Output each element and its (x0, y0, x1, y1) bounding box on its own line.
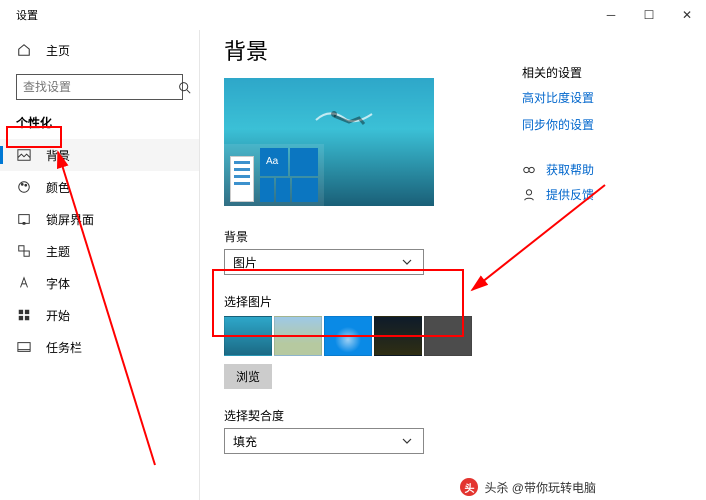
sidebar-item-label: 背景 (46, 147, 70, 164)
feedback-link[interactable]: 提供反馈 (522, 186, 682, 203)
watermark-text: 头杀 @带你玩转电脑 (484, 479, 596, 496)
high-contrast-link[interactable]: 高对比度设置 (522, 89, 682, 106)
section-label: 个性化 (0, 114, 199, 131)
chevron-down-icon (399, 433, 415, 449)
sidebar-item-themes[interactable]: 主题 (0, 235, 199, 267)
thumbnail-3[interactable] (324, 316, 372, 356)
get-help-link[interactable]: 获取帮助 (522, 161, 682, 178)
sidebar-item-label: 开始 (46, 307, 70, 324)
browse-button[interactable]: 浏览 (224, 364, 272, 389)
main-content: 背景 背景 图片 选择图片 (200, 30, 706, 500)
page-title: 背景 (224, 34, 522, 66)
sidebar-item-label: 任务栏 (46, 339, 82, 356)
sidebar-item-label: 字体 (46, 275, 70, 292)
window-controls: ─ ☐ ✕ (592, 0, 706, 30)
sync-settings-link[interactable]: 同步你的设置 (522, 116, 682, 133)
watermark-logo: 头 (460, 478, 478, 496)
picture-icon (16, 147, 32, 163)
selection-indicator (0, 146, 3, 164)
fit-label: 选择契合度 (224, 407, 522, 424)
sidebar-item-taskbar[interactable]: 任务栏 (0, 331, 199, 363)
lock-icon (16, 211, 32, 227)
minimize-button[interactable]: ─ (592, 0, 630, 30)
thumbnail-4[interactable] (374, 316, 422, 356)
maximize-button[interactable]: ☐ (630, 0, 668, 30)
sidebar-item-background[interactable]: 背景 (0, 139, 199, 171)
sidebar-item-colors[interactable]: 颜色 (0, 171, 199, 203)
swimmer-icon (314, 104, 374, 134)
search-box[interactable] (16, 74, 183, 100)
sidebar-item-label: 锁屏界面 (46, 211, 94, 228)
fit-select[interactable]: 填充 (224, 428, 424, 454)
theme-icon (16, 243, 32, 259)
related-heading: 相关的设置 (522, 64, 682, 81)
feedback-label: 提供反馈 (546, 186, 594, 203)
thumbnail-1[interactable] (224, 316, 272, 356)
home-icon (16, 42, 32, 58)
search-icon (178, 79, 191, 95)
home-link[interactable]: 主页 (0, 34, 199, 66)
thumbnail-2[interactable] (274, 316, 322, 356)
watermark: 头 头杀 @带你玩转电脑 (460, 478, 596, 496)
sidebar-item-label: 主题 (46, 243, 70, 260)
sidebar-item-start[interactable]: 开始 (0, 299, 199, 331)
start-icon (16, 307, 32, 323)
titlebar: 设置 ─ ☐ ✕ (0, 0, 706, 30)
related-panel: 相关的设置 高对比度设置 同步你的设置 获取帮助 提供反馈 (522, 34, 682, 500)
choose-picture-label: 选择图片 (224, 293, 522, 310)
background-preview (224, 78, 434, 206)
search-input[interactable] (23, 80, 178, 94)
help-icon (522, 163, 538, 177)
get-help-label: 获取帮助 (546, 161, 594, 178)
font-icon (16, 275, 32, 291)
sidebar-item-label: 颜色 (46, 179, 70, 196)
window-title: 设置 (16, 7, 38, 23)
thumbnail-5[interactable] (424, 316, 472, 356)
background-select-value: 图片 (233, 254, 257, 271)
palette-icon (16, 179, 32, 195)
feedback-icon (522, 188, 538, 202)
picture-thumbnails (224, 316, 522, 356)
close-button[interactable]: ✕ (668, 0, 706, 30)
background-select[interactable]: 图片 (224, 249, 424, 275)
background-label: 背景 (224, 228, 522, 245)
taskbar-icon (16, 339, 32, 355)
home-label: 主页 (46, 42, 70, 59)
sidebar: 主页 个性化 背景 (0, 30, 200, 500)
sidebar-item-fonts[interactable]: 字体 (0, 267, 199, 299)
fit-select-value: 填充 (233, 433, 257, 450)
sidebar-item-lockscreen[interactable]: 锁屏界面 (0, 203, 199, 235)
chevron-down-icon (399, 254, 415, 270)
